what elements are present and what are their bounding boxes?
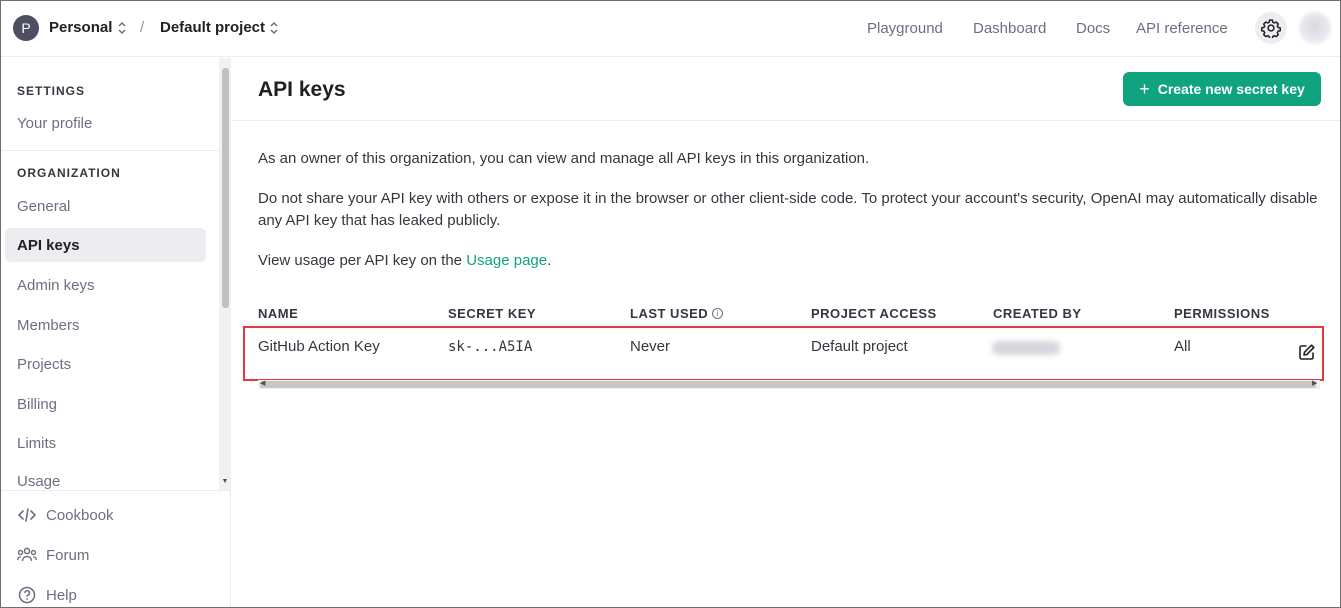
sidebar: SETTINGS Your profile ORGANIZATION Gener…	[1, 58, 231, 607]
settings-button[interactable]	[1255, 12, 1287, 44]
column-header-created-by: CREATED BY	[993, 306, 1082, 321]
sidebar-item-billing[interactable]: Billing	[5, 387, 206, 421]
chevron-updown-icon[interactable]	[269, 21, 279, 35]
column-header-name: NAME	[258, 306, 299, 321]
sidebar-item-admin-keys[interactable]: Admin keys	[5, 268, 206, 302]
forum-label: Forum	[46, 546, 90, 564]
header-divider	[232, 120, 1340, 121]
scroll-left-arrow-icon[interactable]: ◀	[260, 379, 265, 387]
page-title: API keys	[258, 78, 346, 101]
sidebar-item-limits[interactable]: Limits	[5, 426, 206, 460]
nav-dashboard[interactable]: Dashboard	[973, 20, 1046, 37]
column-header-project-access: PROJECT ACCESS	[811, 306, 937, 321]
sidebar-item-members[interactable]: Members	[5, 308, 206, 342]
plus-icon: +	[1139, 78, 1150, 99]
usage-page-link[interactable]: Usage page	[466, 252, 547, 269]
sidebar-link-help[interactable]: Help	[17, 585, 77, 605]
organization-heading: ORGANIZATION	[17, 166, 121, 180]
help-icon	[17, 585, 37, 605]
help-label: Help	[46, 586, 77, 604]
breadcrumb-separator: /	[140, 19, 145, 36]
sidebar-link-forum[interactable]: Forum	[17, 545, 89, 565]
sidebar-item-your-profile[interactable]: Your profile	[5, 106, 206, 140]
top-bar: P Personal / Default project Playground …	[1, 1, 1340, 57]
column-header-secret-key: SECRET KEY	[448, 306, 537, 321]
security-warning: Do not share your API key with others or…	[258, 190, 1318, 229]
nav-playground[interactable]: Playground	[867, 20, 943, 37]
scroll-down-arrow-icon[interactable]: ▼	[220, 478, 230, 488]
create-secret-key-label: Create new secret key	[1157, 81, 1305, 97]
usage-note: View usage per API key on the Usage page…	[258, 250, 1318, 272]
nav-api-reference[interactable]: API reference	[1136, 20, 1228, 37]
sidebar-item-api-keys[interactable]: API keys	[5, 228, 206, 262]
org-avatar[interactable]: P	[13, 15, 39, 41]
people-icon	[17, 545, 37, 565]
sidebar-link-cookbook[interactable]: Cookbook	[17, 505, 114, 525]
last-used-label: LAST USED	[630, 306, 709, 321]
main-content: API keys + Create new secret key As an o…	[232, 58, 1340, 607]
nav-docs[interactable]: Docs	[1076, 20, 1110, 37]
scroll-right-arrow-icon[interactable]: ▶	[1312, 379, 1317, 387]
app-window: P Personal / Default project Playground …	[0, 0, 1341, 608]
gear-icon	[1261, 19, 1281, 38]
usage-note-prefix: View usage per API key on the	[258, 252, 467, 269]
sidebar-scrollbar-thumb[interactable]	[222, 68, 229, 308]
code-icon	[17, 505, 37, 525]
sidebar-divider	[1, 490, 231, 491]
row-highlight-box	[243, 326, 1324, 381]
user-avatar[interactable]	[1299, 12, 1331, 44]
create-secret-key-button[interactable]: + Create new secret key	[1123, 72, 1321, 106]
sidebar-item-general[interactable]: General	[5, 189, 206, 223]
org-switcher[interactable]: Personal	[49, 19, 112, 36]
project-switcher[interactable]: Default project	[160, 19, 265, 36]
sidebar-item-projects[interactable]: Projects	[5, 347, 206, 381]
sidebar-item-usage[interactable]: Usage	[5, 466, 206, 490]
column-header-permissions: PERMISSIONS	[1174, 306, 1270, 321]
chevron-updown-icon[interactable]	[117, 21, 127, 35]
sidebar-divider	[1, 150, 219, 151]
settings-heading: SETTINGS	[17, 84, 86, 98]
owner-description: As an owner of this organization, you ca…	[258, 150, 870, 167]
usage-note-suffix: .	[547, 252, 552, 269]
info-icon[interactable]: i	[712, 308, 724, 319]
table-scrollbar-thumb[interactable]	[260, 381, 1316, 388]
table-header-divider	[242, 324, 1322, 325]
column-header-last-used: LAST USED i	[630, 306, 724, 321]
cookbook-label: Cookbook	[46, 506, 114, 524]
